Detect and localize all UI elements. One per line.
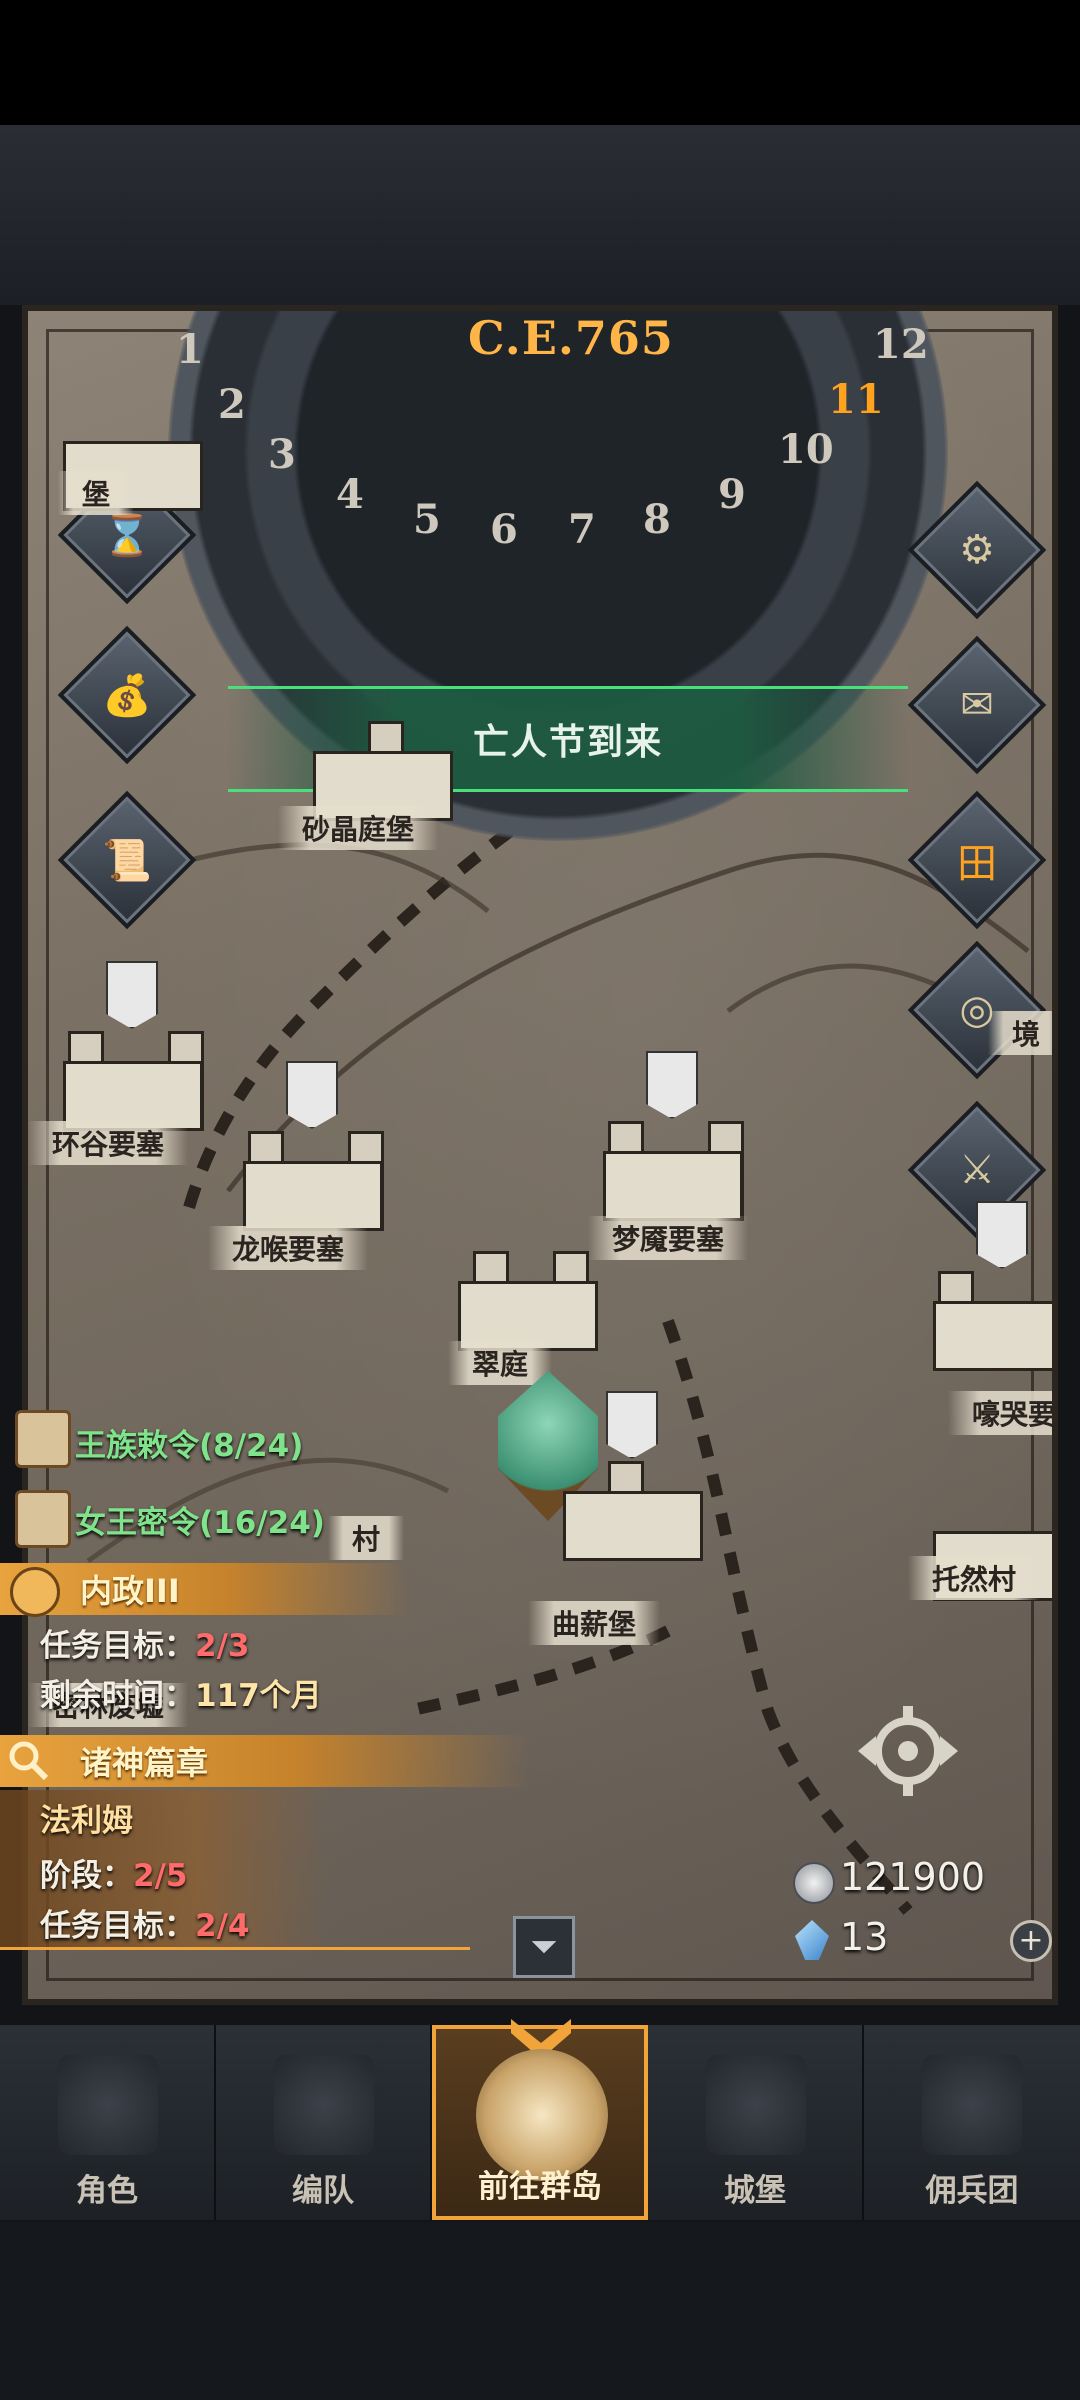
royal-order-icon xyxy=(15,1410,71,1468)
domestic-header-text: 内政III xyxy=(80,1572,180,1610)
gods-stage-label: 阶段： xyxy=(40,1858,133,1894)
banner-icon xyxy=(922,2055,1022,2155)
check-icon xyxy=(10,1567,60,1617)
collapse-button[interactable]: ⏷ xyxy=(513,1916,575,1978)
gods-goal-value: 2/4 xyxy=(195,1908,250,1944)
castle-haoku[interactable] xyxy=(918,1201,1052,1371)
quest-queen-order[interactable]: 女王密令(16/24) xyxy=(75,1497,325,1542)
tab-castle[interactable]: 城堡 xyxy=(648,2025,864,2220)
gods-header-text: 诸神篇章 xyxy=(80,1744,209,1782)
tab-formation-label: 编队 xyxy=(292,2173,354,2209)
mail-icon: ✉ xyxy=(960,682,994,728)
castle-shajing[interactable] xyxy=(298,711,468,821)
location-label-village-mid: 村 xyxy=(328,1516,405,1560)
castle-huangu[interactable] xyxy=(48,961,218,1131)
event-banner-text: 亡人节到来 xyxy=(472,722,663,763)
tab-islands-label: 前往群岛 xyxy=(478,2169,602,2205)
month-11-current: 11 xyxy=(828,376,884,423)
magnifier-icon xyxy=(6,1738,50,1782)
tab-castle-label: 城堡 xyxy=(724,2173,786,2209)
domestic-goal-label: 任务目标： xyxy=(40,1628,195,1664)
tab-mercenary[interactable]: 佣兵团 xyxy=(864,2025,1080,2220)
gods-goal: 任务目标：2/4 xyxy=(40,1900,249,1945)
domestic-goal-value: 2/3 xyxy=(195,1628,250,1664)
month-4: 4 xyxy=(336,471,364,518)
locate-icon xyxy=(858,1706,958,1796)
domestic-time: 剩余时间：117个月 xyxy=(40,1670,322,1715)
domestic-goal: 任务目标：2/3 xyxy=(40,1620,249,1665)
castle-mengyan[interactable] xyxy=(588,1051,758,1221)
month-8: 8 xyxy=(643,496,671,543)
queen-order-title: 女王密令 xyxy=(75,1505,199,1541)
shop-icon: 田 xyxy=(957,841,997,887)
castle-icon xyxy=(706,2055,806,2155)
locate-button[interactable] xyxy=(848,1691,968,1811)
gods-goal-label: 任务目标： xyxy=(40,1908,195,1944)
tab-formation[interactable]: 编队 xyxy=(216,2025,432,2220)
castle-cuiting[interactable] xyxy=(443,1241,613,1351)
month-7: 7 xyxy=(568,506,596,553)
location-label-top-left: 堡 xyxy=(58,471,135,515)
silver-amount: 121900 xyxy=(840,1855,986,1899)
month-1: 1 xyxy=(176,326,204,373)
location-label-tuoran: 托然村 xyxy=(908,1556,1041,1600)
domestic-time-label: 剩余时间： xyxy=(40,1678,195,1714)
tab-islands[interactable]: 前往群岛 xyxy=(432,2019,648,2220)
quest-gods-header[interactable]: 诸神篇章 xyxy=(0,1735,530,1787)
month-12: 12 xyxy=(873,321,929,368)
gear-icon: ⚙ xyxy=(959,527,995,573)
year-label: C.E.765 xyxy=(468,311,674,365)
quest-royal-order[interactable]: 王族敕令(8/24) xyxy=(75,1420,303,1465)
quest-domestic-header[interactable]: 内政III xyxy=(0,1563,410,1615)
castle-quxin[interactable] xyxy=(548,1391,718,1561)
location-label-quxin: 曲薪堡 xyxy=(528,1601,661,1645)
plus-icon: + xyxy=(1018,1923,1044,1958)
royal-order-progress: (8/24) xyxy=(199,1428,304,1464)
gods-hero-name: 法利姆 xyxy=(40,1803,133,1839)
royal-order-title: 王族敕令 xyxy=(75,1428,199,1464)
silver-coin-icon xyxy=(793,1862,835,1904)
tab-character[interactable]: 角色 xyxy=(0,2025,216,2220)
tab-mercenary-label: 佣兵团 xyxy=(925,2173,1019,2209)
location-label-haoku: 嚎哭要塞 xyxy=(948,1391,1052,1435)
month-9: 9 xyxy=(718,471,746,518)
queen-order-icon xyxy=(15,1490,71,1548)
scroll-icon: 📜 xyxy=(102,837,152,884)
knight-icon xyxy=(58,2055,158,2155)
gods-hero: 法利姆 xyxy=(40,1795,133,1840)
quest-panel-underline xyxy=(0,1947,470,1950)
month-10: 10 xyxy=(778,426,834,473)
gods-stage: 阶段：2/5 xyxy=(40,1850,187,1895)
add-crystals-button[interactable]: + xyxy=(1010,1920,1052,1962)
crystal-amount: 13 xyxy=(840,1915,889,1959)
location-label-right-partial: 境 xyxy=(988,1011,1052,1055)
bottom-nav: 角色 编队 前往群岛 城堡 佣兵团 xyxy=(0,2019,1080,2220)
month-6: 6 xyxy=(490,506,518,553)
header-band xyxy=(0,125,1080,305)
helmet-icon xyxy=(274,2055,374,2155)
month-5: 5 xyxy=(413,496,441,543)
location-label-longhou: 龙喉要塞 xyxy=(208,1226,369,1270)
domestic-time-value: 117个月 xyxy=(195,1678,322,1714)
status-bar xyxy=(0,0,1080,125)
tab-character-label: 角色 xyxy=(76,2173,138,2209)
location-label-shajing: 砂晶庭堡 xyxy=(278,806,439,850)
gods-stage-value: 2/5 xyxy=(133,1858,188,1894)
castle-longhou[interactable] xyxy=(228,1061,398,1231)
collapse-icon: ⏷ xyxy=(530,1927,558,1967)
location-label-huangu: 环谷要塞 xyxy=(28,1121,189,1165)
month-3: 3 xyxy=(268,431,296,478)
queen-order-progress: (16/24) xyxy=(199,1505,325,1541)
money-bag-icon: 💰 xyxy=(102,672,152,719)
bottom-band xyxy=(0,2222,1080,2400)
month-2: 2 xyxy=(218,381,246,428)
